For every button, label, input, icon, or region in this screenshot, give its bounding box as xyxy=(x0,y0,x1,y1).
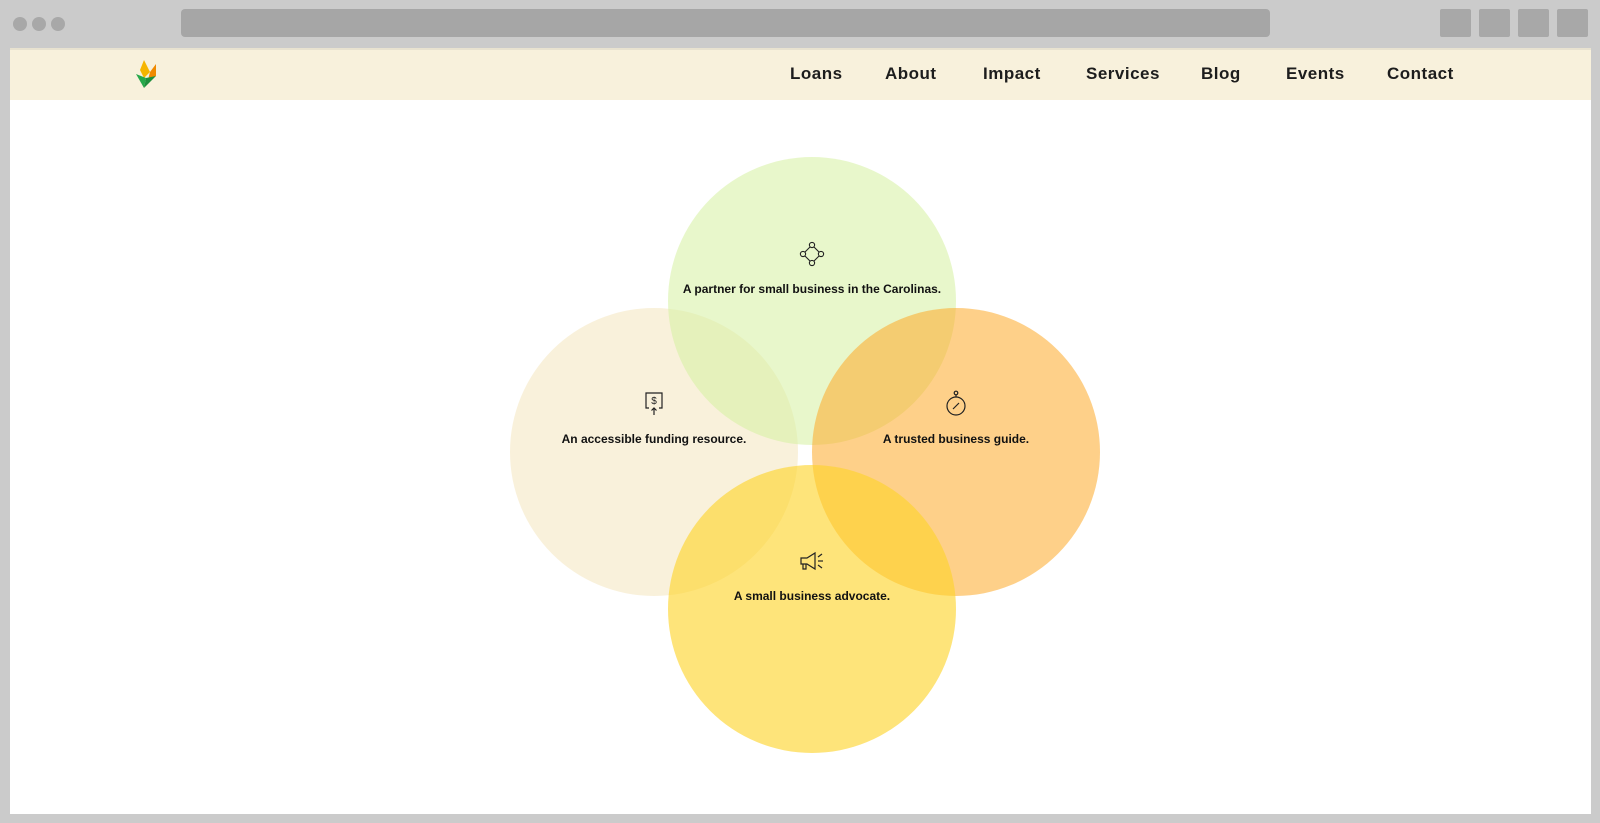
nav-contact[interactable]: Contact xyxy=(1387,64,1454,84)
venn-item-partner: A partner for small business in the Caro… xyxy=(668,240,956,296)
venn-diagram: A partner for small business in the Caro… xyxy=(10,100,1591,814)
network-icon xyxy=(799,241,825,267)
venn-item-advocate: A small business advocate. xyxy=(668,547,956,603)
logo-icon[interactable] xyxy=(134,58,160,90)
venn-label-advocate: A small business advocate. xyxy=(733,589,891,603)
browser-button-3[interactable] xyxy=(1518,9,1549,37)
browser-button-1[interactable] xyxy=(1440,9,1471,37)
venn-label-guide: A trusted business guide. xyxy=(882,432,1030,446)
nav-about[interactable]: About xyxy=(885,64,937,84)
browser-chrome xyxy=(0,0,1600,48)
venn-label-funding: An accessible funding resource. xyxy=(561,432,747,446)
window-close-dot[interactable] xyxy=(13,17,27,31)
circle-advocate xyxy=(668,465,956,753)
nav-services[interactable]: Services xyxy=(1086,64,1160,84)
nav-events[interactable]: Events xyxy=(1286,64,1345,84)
browser-button-2[interactable] xyxy=(1479,9,1510,37)
svg-text:$: $ xyxy=(651,396,657,407)
window-maximize-dot[interactable] xyxy=(51,17,65,31)
nav-impact[interactable]: Impact xyxy=(983,64,1041,84)
site-header: Loans About Impact Services Blog Events … xyxy=(10,48,1591,100)
address-bar[interactable] xyxy=(181,9,1270,37)
browser-button-4[interactable] xyxy=(1557,9,1588,37)
dollar-document-icon: $ xyxy=(645,392,663,415)
megaphone-icon xyxy=(800,551,823,571)
venn-item-funding: $ An accessible funding resource. xyxy=(510,390,798,446)
window-minimize-dot[interactable] xyxy=(32,17,46,31)
nav-blog[interactable]: Blog xyxy=(1201,64,1241,84)
nav-loans[interactable]: Loans xyxy=(790,64,843,84)
venn-label-partner: A partner for small business in the Caro… xyxy=(682,282,942,296)
venn-item-guide: A trusted business guide. xyxy=(812,390,1100,446)
web-page: Loans About Impact Services Blog Events … xyxy=(10,48,1591,814)
compass-icon xyxy=(946,390,966,416)
